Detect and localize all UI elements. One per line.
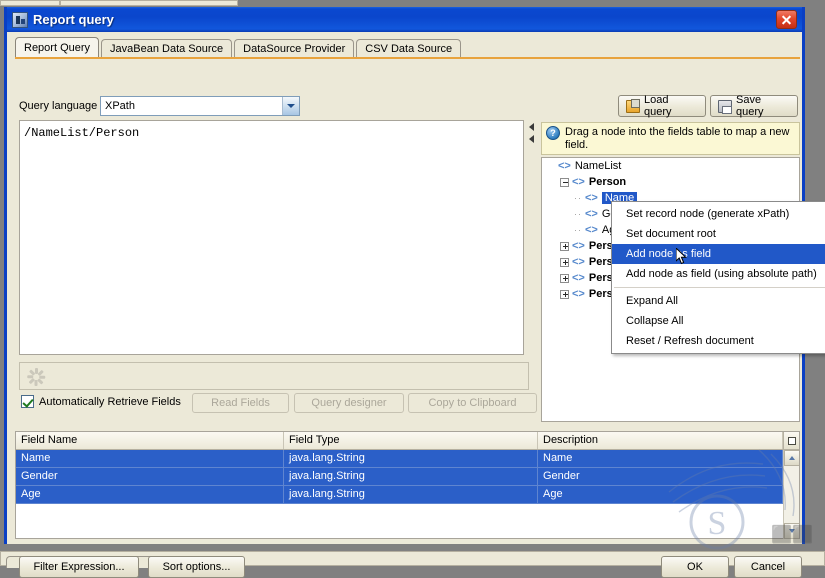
tab-datasource-provider[interactable]: DataSource Provider: [234, 39, 355, 58]
background-strip-left: [0, 0, 60, 6]
cancel-button[interactable]: Cancel: [734, 556, 802, 578]
desktop-background: Report query Report Query JavaBean Data …: [0, 0, 825, 578]
report-query-dialog: Report query Report Query JavaBean Data …: [4, 7, 825, 578]
scroll-up-icon[interactable]: [784, 450, 799, 466]
context-menu-item[interactable]: Expand All: [612, 291, 825, 311]
xml-element-icon: <>: [572, 288, 585, 300]
cell-description: Gender: [538, 468, 783, 485]
column-header-description[interactable]: Description: [538, 432, 783, 449]
mouse-cursor: [675, 246, 687, 265]
folder-icon: [626, 98, 640, 113]
expand-icon[interactable]: [560, 257, 569, 267]
cell-field-name: Gender: [16, 468, 284, 485]
scroll-down-icon[interactable]: [784, 523, 799, 539]
dialog-title: Report query: [33, 12, 114, 27]
save-query-button[interactable]: Save query: [710, 94, 798, 118]
query-text-editor[interactable]: /NameList/Person: [19, 120, 524, 355]
dialog-body: Report Query JavaBean Data Source DataSo…: [7, 32, 825, 578]
tab-underline: [15, 57, 800, 59]
save-query-label: Save query: [736, 94, 764, 118]
info-banner-text: Drag a node into the fields table to map…: [565, 126, 790, 151]
context-menu-item[interactable]: Collapse All: [612, 311, 825, 331]
fields-table-header: Field Name Field Type Description: [16, 432, 799, 450]
dialog-titlebar[interactable]: Report query: [7, 7, 802, 32]
report-query-icon: [12, 11, 28, 28]
tree-node[interactable]: <> Person: [542, 174, 799, 190]
disk-icon: [718, 99, 732, 114]
auto-retrieve-label: Automatically Retrieve Fields: [39, 395, 181, 408]
collapse-left-icon[interactable]: [529, 123, 534, 131]
table-row[interactable]: Name java.lang.String Name: [16, 450, 799, 468]
info-icon: ?: [546, 126, 560, 140]
tab-report-query[interactable]: Report Query: [15, 37, 100, 58]
cell-field-type: java.lang.String: [284, 468, 538, 485]
xml-element-icon: <>: [585, 208, 598, 220]
load-query-button[interactable]: Load query: [618, 94, 706, 118]
xml-element-icon: <>: [572, 256, 585, 268]
tabstrip: Report Query JavaBean Data Source DataSo…: [15, 37, 463, 58]
expand-icon[interactable]: [560, 289, 569, 299]
tab-javabean-data-source[interactable]: JavaBean Data Source: [101, 39, 233, 58]
table-row[interactable]: Age java.lang.String Age: [16, 486, 799, 504]
expand-icon[interactable]: [560, 241, 569, 251]
table-row[interactable]: Gender java.lang.String Gender: [16, 468, 799, 486]
xml-element-icon: <>: [585, 192, 598, 204]
context-menu-item[interactable]: Add node as field: [612, 244, 825, 264]
auto-retrieve-row[interactable]: Automatically Retrieve Fields: [21, 395, 181, 408]
context-menu-item[interactable]: Set document root: [612, 224, 825, 244]
xml-element-icon: <>: [572, 240, 585, 252]
column-header-field-type[interactable]: Field Type: [284, 432, 538, 449]
column-header-field-name[interactable]: Field Name: [16, 432, 284, 449]
query-language-value: XPath: [105, 100, 135, 112]
cell-description: Age: [538, 486, 783, 503]
expand-icon[interactable]: [560, 273, 569, 283]
loading-spinner-icon: [26, 367, 46, 387]
column-chooser-icon[interactable]: [783, 432, 799, 449]
context-menu-item[interactable]: Reset / Refresh document: [612, 331, 825, 351]
cell-field-name: Age: [16, 486, 284, 503]
xml-element-icon: <>: [558, 160, 571, 172]
cell-description: Name: [538, 450, 783, 467]
cell-field-type: java.lang.String: [284, 486, 538, 503]
copy-to-clipboard-button: Copy to Clipboard: [408, 393, 537, 413]
fields-table-scrollbar[interactable]: [783, 450, 799, 539]
read-fields-button: Read Fields: [192, 393, 289, 413]
background-strip-mid: [60, 0, 238, 6]
context-menu-item[interactable]: Set record node (generate xPath): [612, 204, 825, 224]
tree-node-label: NameList: [574, 160, 622, 172]
tree-node[interactable]: <> NameList: [542, 158, 799, 174]
status-strip: [19, 362, 529, 390]
tab-csv-data-source[interactable]: CSV Data Source: [356, 39, 462, 58]
chevron-down-icon[interactable]: [282, 97, 299, 115]
tree-connector: ··: [574, 193, 582, 203]
tree-node-label: Person: [588, 176, 627, 188]
filter-expression-button[interactable]: Filter Expression...: [19, 556, 139, 578]
tree-connector: ··: [574, 209, 582, 219]
query-designer-button: Query designer: [294, 393, 404, 413]
tree-context-menu[interactable]: Set record node (generate xPath) Set docu…: [611, 201, 825, 354]
close-icon[interactable]: [776, 10, 797, 29]
load-query-label: Load query: [644, 94, 672, 118]
collapse-right-icon[interactable]: [529, 135, 534, 143]
query-language-label: Query language: [19, 100, 98, 112]
ok-button[interactable]: OK: [661, 556, 729, 578]
auto-retrieve-checkbox[interactable]: [21, 395, 34, 408]
xml-element-icon: <>: [572, 176, 585, 188]
query-language-select[interactable]: XPath: [100, 96, 300, 116]
context-menu-item[interactable]: Add node as field (using absolute path): [612, 264, 825, 284]
sort-options-button[interactable]: Sort options...: [148, 556, 245, 578]
xml-element-icon: <>: [572, 272, 585, 284]
collapse-icon[interactable]: [560, 177, 569, 187]
info-banner: ? Drag a node into the fields table to m…: [541, 122, 800, 155]
tree-connector: ··: [574, 225, 582, 235]
cell-field-type: java.lang.String: [284, 450, 538, 467]
xml-element-icon: <>: [585, 224, 598, 236]
menu-separator: [614, 287, 825, 288]
cell-field-name: Name: [16, 450, 284, 467]
fields-table: Field Name Field Type Description Name ja…: [15, 431, 800, 539]
fields-table-body: Name java.lang.String Name Gender java.lang.…: [16, 450, 799, 539]
